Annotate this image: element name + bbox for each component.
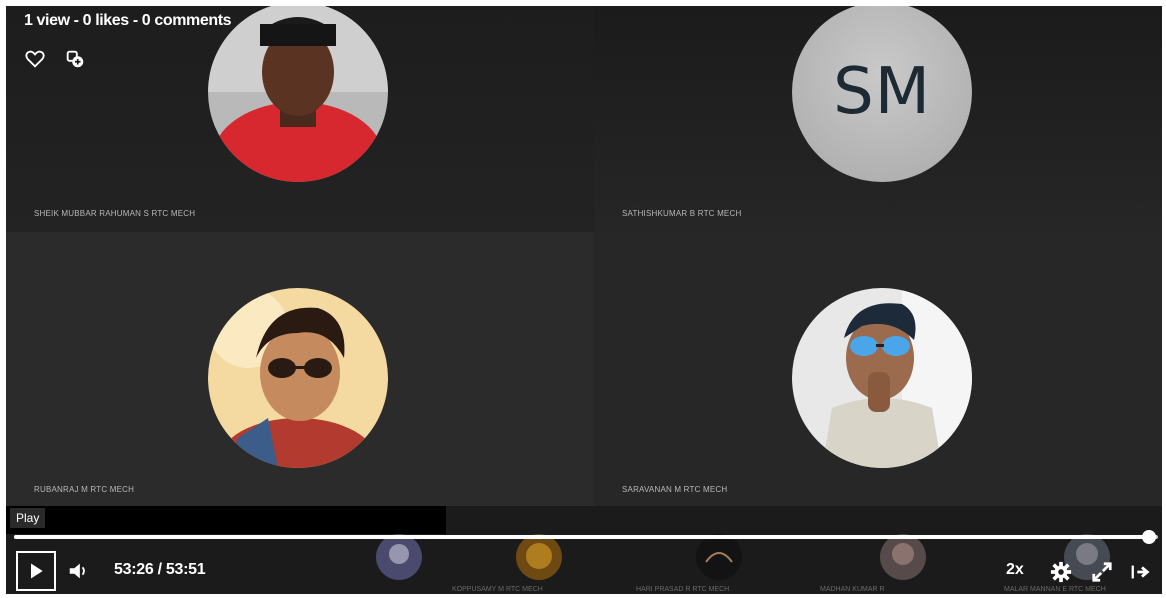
participant-tile-4: SARAVANAN M RTC MECH [594, 232, 1162, 506]
strip-avatar-0 [376, 534, 422, 580]
video-frame[interactable]: SHEIK MUBBAR RAHUMAN S RTC MECH SM SATHI… [6, 6, 1162, 594]
volume-icon[interactable] [66, 560, 90, 582]
time-separator: / [157, 561, 162, 578]
play-icon [31, 563, 43, 579]
strip-name-4: MALAR MANNAN E RTC MECH [1004, 586, 1106, 593]
participant-tile-3: RUBANRAJ M RTC MECH [6, 232, 594, 506]
play-tooltip-bar: Play [6, 506, 446, 534]
participant-name-3: RUBANRAJ M RTC MECH [34, 485, 135, 494]
participant-avatar-2: SM [792, 6, 972, 182]
expand-icon[interactable] [1091, 561, 1113, 583]
playback-speed-button[interactable]: 2x [1006, 561, 1024, 579]
participant-avatar-1 [208, 6, 388, 182]
participant-avatar-3 [208, 288, 388, 468]
strip-name-1: KOPPUSAMY M RTC MECH [452, 586, 543, 593]
progress-fill [14, 535, 1149, 539]
participant-tile-2: SM SATHISHKUMAR B RTC MECH [594, 6, 1162, 232]
participant-avatar-4 [792, 288, 972, 468]
strip-avatar-3 [880, 534, 926, 580]
time-display: 53:26 / 53:51 [114, 561, 206, 579]
share-icon[interactable] [1130, 561, 1152, 583]
strip-name-2: HARI PRASAD R RTC MECH [636, 586, 730, 593]
progress-bar[interactable] [14, 530, 1158, 544]
participant-name-4: SARAVANAN M RTC MECH [622, 485, 728, 494]
strip-avatar-2 [696, 534, 742, 580]
participant-name-1: SHEIK MUBBAR RAHUMAN S RTC MECH [34, 209, 196, 218]
strip-name-3: MADHAN KUMAR R [820, 586, 885, 593]
strip-avatar-1 [516, 534, 562, 580]
add-to-collection-icon[interactable] [64, 48, 86, 70]
video-stats: 1 view - 0 likes - 0 comments [24, 12, 232, 29]
gear-icon[interactable] [1050, 561, 1072, 583]
play-button[interactable] [16, 551, 56, 591]
play-tooltip: Play [10, 508, 46, 528]
current-time: 53:26 [114, 561, 154, 578]
participant-tile-1: SHEIK MUBBAR RAHUMAN S RTC MECH [6, 6, 594, 232]
heart-icon[interactable] [24, 48, 46, 70]
participant-name-2: SATHISHKUMAR B RTC MECH [622, 209, 742, 218]
progress-handle[interactable] [1141, 530, 1156, 544]
total-duration: 53:51 [165, 561, 206, 578]
